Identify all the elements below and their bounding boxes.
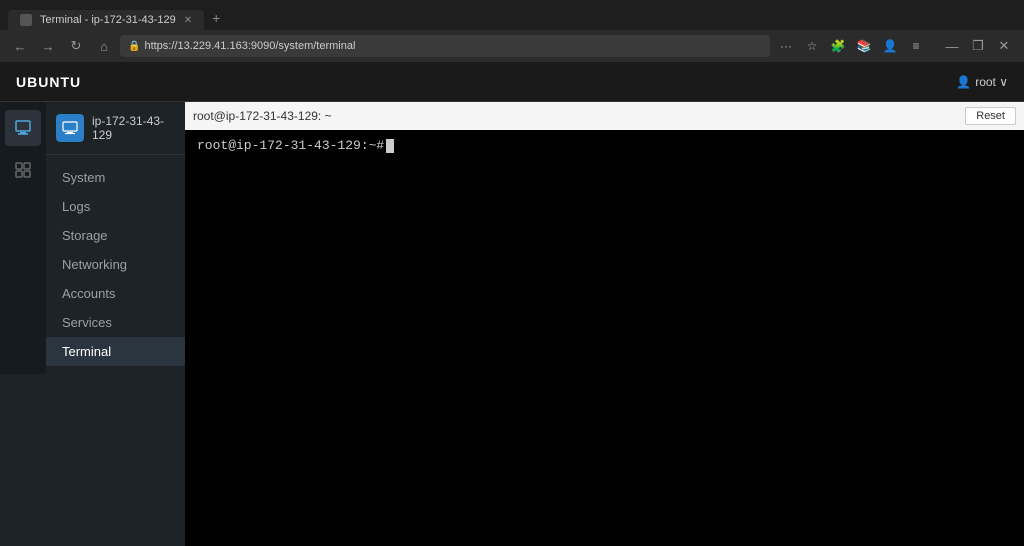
address-bar-container[interactable]: 🔒 [120,35,770,57]
profile-button[interactable]: 👤 [878,34,902,58]
browser-toolbar: ← → ↻ ⌂ 🔒 ··· ☆ 🧩 📚 👤 ≡ — ❐ ✕ [0,30,1024,62]
bookmark-button[interactable]: ☆ [800,34,824,58]
lock-icon: 🔒 [128,41,140,52]
terminal-header-title: root@ip-172-31-43-129: ~ [193,109,332,123]
refresh-button[interactable]: ↻ [64,34,88,58]
close-button[interactable]: ✕ [992,34,1016,58]
app-brand: UBUNTU [16,74,81,90]
sidebar-item-accounts[interactable]: Accounts [46,279,185,308]
new-tab-button[interactable]: + [204,6,228,30]
sidebar-item-storage[interactable]: Storage [46,221,185,250]
nav-icon-dashboard[interactable] [5,152,41,188]
terminal-body[interactable]: root@ip-172-31-43-129:~# [185,130,1024,546]
terminal-area: root@ip-172-31-43-129: ~ Reset root@ip-1… [185,102,1024,546]
sidebar-item-logs[interactable]: Logs [46,192,185,221]
user-icon: 👤 [956,75,971,89]
terminal-prompt-line: root@ip-172-31-43-129:~# [197,138,1012,153]
back-button[interactable]: ← [8,34,32,58]
tab-bar: Terminal - ip-172-31-43-129 ✕ + [0,0,1024,30]
device-name: ip-172-31-43-129 [92,114,175,142]
nav-icon-strip [0,102,46,374]
browser-chrome: Terminal - ip-172-31-43-129 ✕ + ← → ↻ ⌂ … [0,0,1024,62]
sidebar-item-networking[interactable]: Networking [46,250,185,279]
tab-close-icon[interactable]: ✕ [184,15,192,26]
tab-label: Terminal - ip-172-31-43-129 [40,14,176,26]
sidebar-item-system[interactable]: System [46,163,185,192]
panel-layout: ip-172-31-43-129 System Logs Storage Net… [0,102,185,374]
sidebar-item-services[interactable]: Services [46,308,185,337]
left-panel: ip-172-31-43-129 System Logs Storage Net… [0,102,185,546]
sidebar-nav-container: ip-172-31-43-129 System Logs Storage Net… [46,102,185,374]
sidebar-nav: System Logs Storage Networking Accounts [46,155,185,374]
extensions-button[interactable]: 🧩 [826,34,850,58]
toolbar-actions: ··· ☆ 🧩 📚 👤 ≡ [774,34,928,58]
device-header: ip-172-31-43-129 [46,102,185,155]
forward-button[interactable]: → [36,34,60,58]
terminal-prompt: root@ip-172-31-43-129:~# [197,138,384,153]
user-label: root ∨ [975,75,1008,89]
user-menu[interactable]: 👤 root ∨ [956,75,1008,89]
sidebar-button[interactable]: 📚 [852,34,876,58]
main-content: ip-172-31-43-129 System Logs Storage Net… [0,102,1024,546]
reset-button[interactable]: Reset [965,107,1016,125]
browser-tab[interactable]: Terminal - ip-172-31-43-129 ✕ [8,10,204,30]
address-bar[interactable] [144,40,762,52]
app-top-bar: UBUNTU 👤 root ∨ [0,62,1024,102]
home-button[interactable]: ⌂ [92,34,116,58]
window-controls: — ❐ ✕ [940,34,1016,58]
more-button[interactable]: ··· [774,34,798,58]
maximize-button[interactable]: ❐ [966,34,990,58]
nav-icon-computer[interactable] [5,110,41,146]
terminal-header: root@ip-172-31-43-129: ~ Reset [185,102,1024,130]
menu-button[interactable]: ≡ [904,34,928,58]
sidebar-item-terminal[interactable]: Terminal [46,337,185,366]
device-icon [56,114,84,142]
terminal-cursor [386,139,394,153]
minimize-button[interactable]: — [940,34,964,58]
tab-favicon [20,14,32,26]
